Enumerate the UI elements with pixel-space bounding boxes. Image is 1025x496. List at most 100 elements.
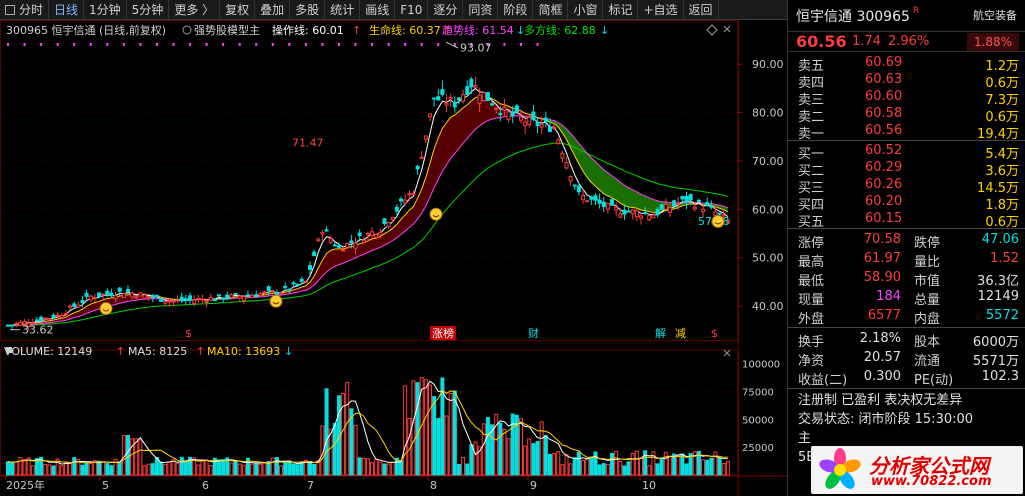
toolbar-btn-14[interactable]: 简框 bbox=[533, 0, 569, 19]
toolbar-btn-17[interactable]: +自选 bbox=[638, 0, 684, 19]
volume-bar bbox=[332, 423, 337, 476]
candle-body bbox=[183, 298, 188, 301]
volume-bar bbox=[283, 461, 288, 476]
y-tick-label: 40.00 bbox=[752, 300, 784, 313]
toolbar-btn-11[interactable]: 逐分 bbox=[428, 0, 464, 19]
bid-row[interactable]: 买三 60.26 14.5万 bbox=[788, 177, 1025, 196]
chart-svg[interactable]: 90.0080.0070.0060.0050.0040.001000007500… bbox=[0, 20, 787, 496]
candle-body bbox=[270, 290, 275, 293]
toolbar-btn-7[interactable]: 多股 bbox=[290, 0, 326, 19]
candle-body bbox=[456, 97, 461, 101]
toolbar-btn-15[interactable]: 小窗 bbox=[568, 0, 604, 19]
stat-label: 总量 bbox=[914, 293, 941, 308]
toolbar-btn-label: F10 bbox=[400, 2, 423, 17]
volume-bar bbox=[308, 460, 313, 476]
vol-tick-label: 75000 bbox=[742, 387, 774, 398]
volume-bar bbox=[30, 465, 35, 476]
stat-row: 涨停 70.58 跌停 47.06 bbox=[788, 232, 1025, 251]
candle-body bbox=[444, 102, 449, 106]
candle-body bbox=[266, 286, 271, 292]
stat-value: 36.3亿 bbox=[977, 274, 1019, 289]
toolbar-btn-2[interactable]: 1分钟 bbox=[84, 0, 127, 19]
candle-body bbox=[175, 299, 180, 302]
bid-row[interactable]: 买四 60.20 1.8万 bbox=[788, 194, 1025, 213]
diamond-icon bbox=[706, 24, 718, 36]
stat-value: 61.97 bbox=[863, 251, 901, 266]
indicator-value: 趋势线: 61.54 bbox=[442, 23, 514, 37]
toolbar-btn-5[interactable]: 复权 bbox=[220, 0, 256, 19]
bid-row[interactable]: 买二 60.29 3.6万 bbox=[788, 160, 1025, 179]
toolbar-btn-label: 画线 bbox=[365, 2, 390, 17]
volume-bar bbox=[221, 459, 226, 476]
candle-body bbox=[150, 295, 155, 299]
strength-dot bbox=[520, 43, 523, 46]
strength-dot bbox=[536, 43, 539, 46]
volume-bar bbox=[216, 459, 221, 476]
volume-bar bbox=[564, 453, 569, 476]
expand-icon bbox=[6, 347, 12, 353]
candle-body bbox=[163, 301, 168, 304]
toolbar-btn-13[interactable]: 阶段 bbox=[498, 0, 534, 19]
toolbar-btn-12[interactable]: 同资 bbox=[463, 0, 499, 19]
candle-body bbox=[655, 209, 660, 216]
stat-label: 外盘 bbox=[798, 312, 825, 327]
candle-body bbox=[705, 202, 710, 206]
stat-label: 股本 bbox=[914, 335, 941, 350]
candle-body bbox=[138, 292, 143, 297]
toolbar-btn-16[interactable]: 标记 bbox=[603, 0, 639, 19]
candle-body bbox=[167, 300, 172, 303]
candle-body bbox=[448, 97, 453, 100]
toolbar-btn-4[interactable]: 更多 〉 bbox=[169, 0, 221, 19]
event-marker: 财 bbox=[528, 326, 539, 340]
candle-body bbox=[216, 294, 221, 297]
toolbar-btn-18[interactable]: 返回 bbox=[684, 0, 719, 19]
ask-row[interactable]: 卖三 60.60 7.3万 bbox=[788, 89, 1025, 108]
low-label: 33.62 bbox=[22, 324, 54, 337]
toolbar-btn-6[interactable]: 叠加 bbox=[255, 0, 291, 19]
ask-row[interactable]: 卖一 60.56 19.4万 bbox=[788, 123, 1025, 142]
volume-bar bbox=[535, 440, 540, 476]
volume-bar bbox=[527, 438, 532, 476]
candle-body bbox=[680, 196, 685, 200]
volume-bar bbox=[667, 455, 672, 476]
volume-bar bbox=[117, 461, 122, 476]
ask-row[interactable]: 卖五 60.69 1.2万 bbox=[788, 55, 1025, 74]
candle-body bbox=[494, 107, 499, 110]
volume-bar bbox=[399, 460, 404, 476]
bid-row[interactable]: 买一 60.52 5.4万 bbox=[788, 143, 1025, 162]
toolbar-btn-0[interactable]: 分时 bbox=[0, 0, 50, 19]
kline-chart-area[interactable]: 90.00 80.00 70.00 60.00 50.00 40.00 100000 7500… bbox=[0, 20, 787, 496]
volume-bar bbox=[461, 456, 466, 476]
volume-bar bbox=[258, 463, 263, 476]
volume-bar bbox=[597, 464, 602, 476]
candle-body bbox=[312, 251, 317, 257]
strength-dot bbox=[371, 43, 374, 46]
toolbar-btn-1[interactable]: 日线 bbox=[49, 0, 85, 19]
ask-row[interactable]: 卖四 60.63 0.6万 bbox=[788, 72, 1025, 91]
volume-bar bbox=[150, 463, 155, 476]
bid-row[interactable]: 买五 60.15 0.6万 bbox=[788, 211, 1025, 230]
candle-body bbox=[436, 96, 441, 101]
volume-bar bbox=[14, 461, 19, 476]
candle-body bbox=[626, 210, 631, 213]
toolbar-btn-10[interactable]: F10 bbox=[395, 0, 429, 19]
volume-bar bbox=[233, 460, 238, 476]
stats-block-1: 涨停 70.58 跌停 47.06 最高 61.97 量比 1.52 最低 58.90 市值 36.3… bbox=[788, 229, 1025, 327]
ma10-label: MA10: 13693 bbox=[207, 345, 280, 358]
stock-name: 恒宇信通 bbox=[796, 9, 852, 25]
volume-bar bbox=[382, 463, 387, 476]
volume-bar bbox=[59, 465, 64, 476]
operation-line bbox=[7, 87, 729, 327]
ask-row[interactable]: 卖二 60.58 0.6万 bbox=[788, 106, 1025, 125]
toolbar-btn-3[interactable]: 5分钟 bbox=[127, 0, 170, 19]
y-tick-label: 50.00 bbox=[752, 252, 784, 265]
candle-body bbox=[345, 242, 350, 248]
candle-body bbox=[250, 294, 255, 299]
toolbar-btn-8[interactable]: 统计 bbox=[325, 0, 361, 19]
industry-label[interactable]: 航空装备 bbox=[973, 7, 1017, 23]
candle-body bbox=[121, 293, 126, 299]
toolbar-btn-9[interactable]: 画线 bbox=[360, 0, 396, 19]
toolbar-btn-label: 多股 bbox=[295, 2, 320, 17]
candle-body bbox=[357, 232, 362, 237]
candle-body bbox=[477, 94, 482, 104]
